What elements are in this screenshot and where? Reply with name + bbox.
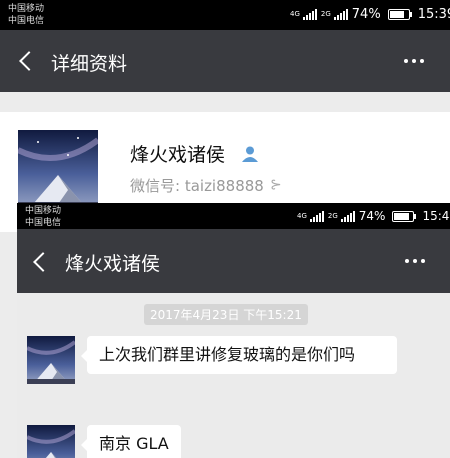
status-indicators: 4G 2G 74% 15:40: [297, 209, 450, 223]
sim1-network-label: 4G: [297, 211, 307, 220]
more-horizontal-icon[interactable]: [404, 59, 424, 63]
message-bubble[interactable]: 南京 GLA: [81, 425, 181, 458]
sim2-network-label: 2G: [320, 10, 331, 18]
battery-icon: [392, 210, 417, 222]
carrier-1-label: 中国移动: [25, 206, 62, 216]
status-bar: 中国移动 中国电信 4G 2G 74% 15:39: [0, 0, 450, 30]
more-horizontal-icon[interactable]: [405, 259, 425, 263]
page-title: 详细资料: [51, 53, 128, 75]
header-bar: 详细资料: [0, 30, 450, 92]
avatar[interactable]: [27, 425, 75, 458]
battery-icon: [387, 9, 412, 20]
sim1-network-label: 4G: [290, 10, 300, 18]
clock: 15:40: [422, 209, 450, 223]
avatar[interactable]: [27, 336, 75, 384]
battery-percent: 74%: [351, 7, 381, 22]
carrier-info: 中国移动 中国电信: [8, 3, 44, 27]
status-bar: 中国移动 中国电信 4G 2G 74% 15:40: [17, 203, 450, 229]
carrier-2-label: 中国电信: [25, 218, 62, 228]
carrier-1-label: 中国移动: [8, 4, 45, 14]
signal-icon: [333, 9, 348, 20]
clock: 15:39: [417, 7, 450, 22]
battery-fill: [389, 11, 405, 18]
sim2-network-label: 2G: [327, 211, 338, 220]
signal-icon: [302, 9, 317, 20]
signal-icon: [340, 210, 355, 222]
profile-name: 烽火戏诸侯: [130, 144, 226, 166]
battery-percent: 74%: [358, 209, 386, 223]
carrier-info: 中国移动 中国电信: [25, 205, 61, 229]
chat-title: 烽火戏诸侯: [65, 253, 161, 275]
carrier-2-label: 中国电信: [8, 16, 45, 26]
status-indicators: 4G 2G 74% 15:39: [290, 7, 450, 22]
person-icon: [241, 145, 259, 163]
chevron-left-icon[interactable]: [33, 252, 53, 272]
qr-code-icon[interactable]: ⊱: [270, 177, 282, 193]
signal-icon: [309, 210, 324, 222]
message-bubble[interactable]: 上次我们群里讲修复玻璃的是你们吗: [81, 336, 397, 374]
header-bar: 烽火戏诸侯: [17, 229, 450, 293]
battery-fill: [394, 212, 410, 220]
wechat-id: 微信号: taizi88888: [130, 177, 264, 195]
avatar[interactable]: [18, 130, 98, 210]
chevron-left-icon[interactable]: [19, 51, 39, 71]
message-timestamp: 2017年4月23日 下午15:21: [144, 304, 308, 325]
chat-screen: 中国移动 中国电信 4G 2G 74% 15:40 烽火戏诸侯 2017年4月2…: [17, 203, 450, 458]
